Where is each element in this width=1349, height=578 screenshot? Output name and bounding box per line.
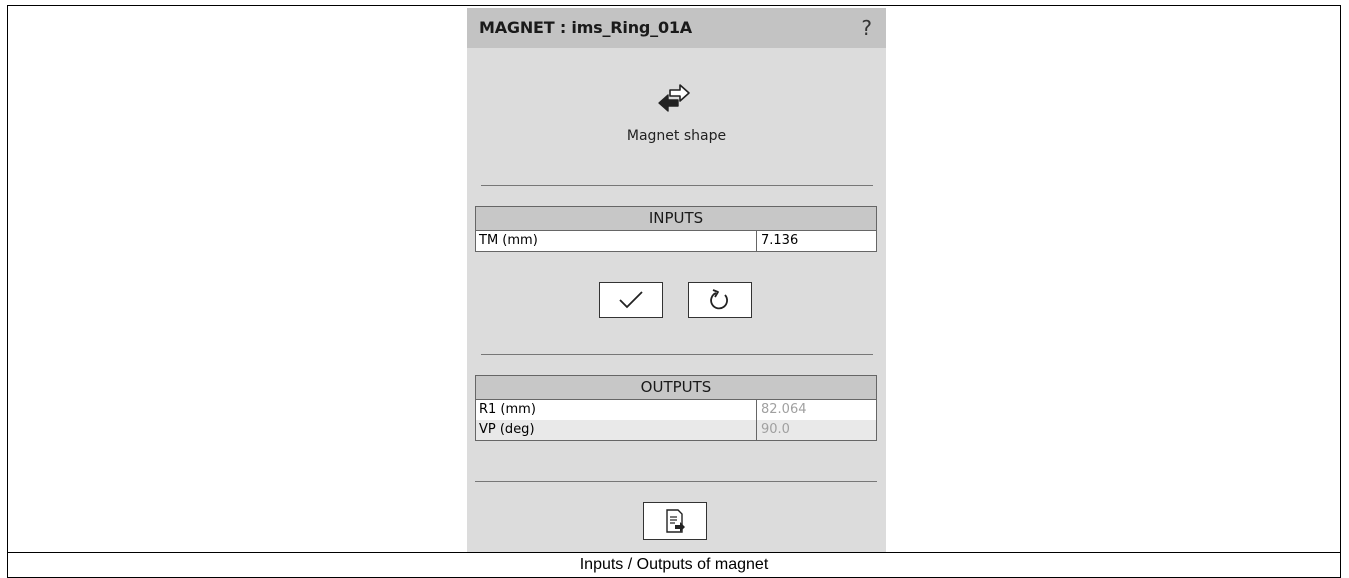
- figure-caption: Inputs / Outputs of magnet: [7, 552, 1341, 578]
- shape-label: Magnet shape: [626, 128, 727, 144]
- swap-arrows-icon[interactable]: [656, 81, 692, 115]
- undo-icon: [710, 289, 728, 310]
- table-row: R1 (mm) 82.064: [476, 400, 876, 420]
- outputs-table: OUTPUTS R1 (mm) 82.064 VP (deg) 90.0: [475, 375, 877, 441]
- export-button[interactable]: [643, 502, 707, 540]
- output-label: R1 (mm): [479, 402, 536, 417]
- table-row: TM (mm) 7.136: [476, 231, 876, 251]
- inputs-header: INPUTS: [476, 207, 876, 231]
- tm-input[interactable]: 7.136: [756, 231, 876, 251]
- help-button[interactable]: ?: [861, 16, 872, 40]
- magnet-panel: MAGNET : ims_Ring_01A ? Magnet shape INP…: [467, 8, 886, 552]
- divider: [481, 354, 873, 355]
- r1-value: 82.064: [756, 400, 876, 420]
- checkmark-icon: [619, 291, 643, 309]
- vp-value: 90.0: [756, 420, 876, 440]
- panel-title: MAGNET : ims_Ring_01A: [479, 18, 692, 37]
- document-export-icon: [666, 509, 685, 533]
- apply-button[interactable]: [599, 282, 663, 318]
- panel-header: MAGNET : ims_Ring_01A ?: [467, 8, 886, 48]
- output-label: VP (deg): [479, 422, 535, 437]
- reset-button[interactable]: [688, 282, 752, 318]
- divider: [475, 481, 877, 482]
- outputs-header: OUTPUTS: [476, 376, 876, 400]
- input-label: TM (mm): [479, 233, 538, 248]
- inputs-table: INPUTS TM (mm) 7.136: [475, 206, 877, 252]
- table-row: VP (deg) 90.0: [476, 420, 876, 440]
- divider: [481, 185, 873, 186]
